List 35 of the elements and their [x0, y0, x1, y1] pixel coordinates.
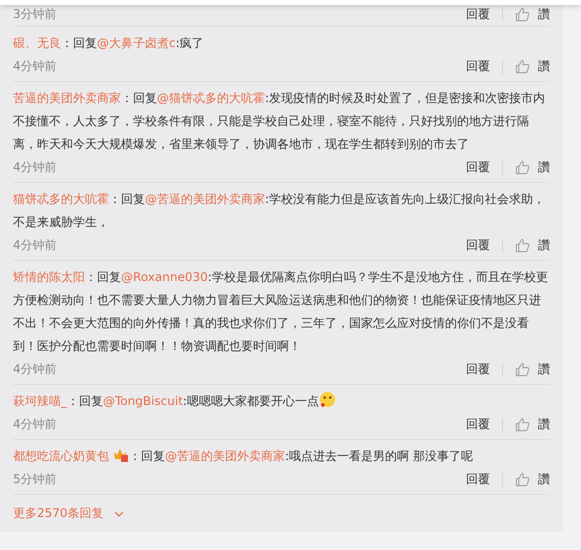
thumbs-up-icon[interactable]	[515, 362, 530, 377]
comment-text: 萩坷辣喵_：回复@TongBiscuit:嗯嗯嗯大家都要开心一点	[13, 390, 550, 413]
comment-time: 4分钟前	[13, 237, 57, 254]
like-link[interactable]: 讚	[538, 6, 550, 22]
reply-link[interactable]: 回覆	[466, 416, 490, 433]
reply-link[interactable]: 回覆	[466, 237, 490, 254]
thumbs-up-icon[interactable]	[515, 417, 530, 432]
like-link[interactable]: 讚	[538, 237, 550, 254]
thumbs-up-icon[interactable]	[515, 472, 530, 487]
reply-link[interactable]: 回覆	[466, 6, 490, 22]
comment-time: 4分钟前	[13, 416, 57, 433]
reply-link[interactable]: 回覆	[466, 159, 490, 176]
reply-link[interactable]: 回覆	[466, 471, 490, 488]
like-link[interactable]: 讚	[538, 416, 550, 433]
comment-time: 5分钟前	[13, 471, 57, 488]
like-link[interactable]: 讚	[538, 159, 550, 176]
reply-link[interactable]: 回覆	[466, 361, 490, 378]
thumbs-up-icon[interactable]	[515, 160, 530, 175]
reply-link[interactable]: 回覆	[466, 58, 490, 75]
comment-text: 苦逼的美团外卖商家：回复@猫饼忒多的大吭霍:发现疫情的时候及时处置了，但是密接和次密接市内不接懂不，人太多了，学校条件有限，只能是学校自己处理，寝室不能待，只好找别的地方进行隔离，昨天和今天大规模爆发，省里来领导了，协调各地市，现在学生都转到别的市去了	[13, 90, 546, 153]
thumbs-up-icon[interactable]	[515, 6, 530, 22]
like-link[interactable]: 讚	[538, 471, 550, 488]
thumbs-up-icon[interactable]	[515, 238, 530, 253]
comment-text: 硍、无良：回复@大鼻子卤煮c:疯了	[13, 35, 205, 52]
chevron-down-icon	[114, 510, 124, 516]
comment-text: 猫饼忒多的大吭霍：回复@苦逼的美团外卖商家:学校没有能力但是应该首先向上级汇报向社会求助，不是来威胁学生，	[13, 191, 546, 231]
like-link[interactable]: 讚	[538, 58, 550, 75]
like-link[interactable]: 讚	[538, 361, 550, 378]
comment-time: 4分钟前	[13, 58, 57, 75]
thumbs-up-icon[interactable]	[515, 59, 530, 74]
comment-time: 4分钟前	[13, 159, 57, 176]
comment-text: 都想吃流心奶黄包 ：回复@苦逼的美团外卖商家:哦点进去一看是男的啊 那没事了呢	[13, 447, 474, 465]
comment-time: 4分钟前	[13, 361, 57, 378]
comment-text: 矫情的陈太阳：回复@Roxanne030:学校是最优隔离点你明白吗？学生不是没地方住，而且在学校更方便检测动向！也不需要大量人力物力冒着巨大风险运送病患和他们的物资！也能保证疫情地区只进不出！不会更大范围的向外传播！真的我也求你们了，三年了，国家怎么应对疫情的你们不是没看到！医护分配也需要时间啊！！物资调配也要时间啊！	[13, 269, 549, 355]
comment-time: 3分钟前	[13, 6, 57, 22]
